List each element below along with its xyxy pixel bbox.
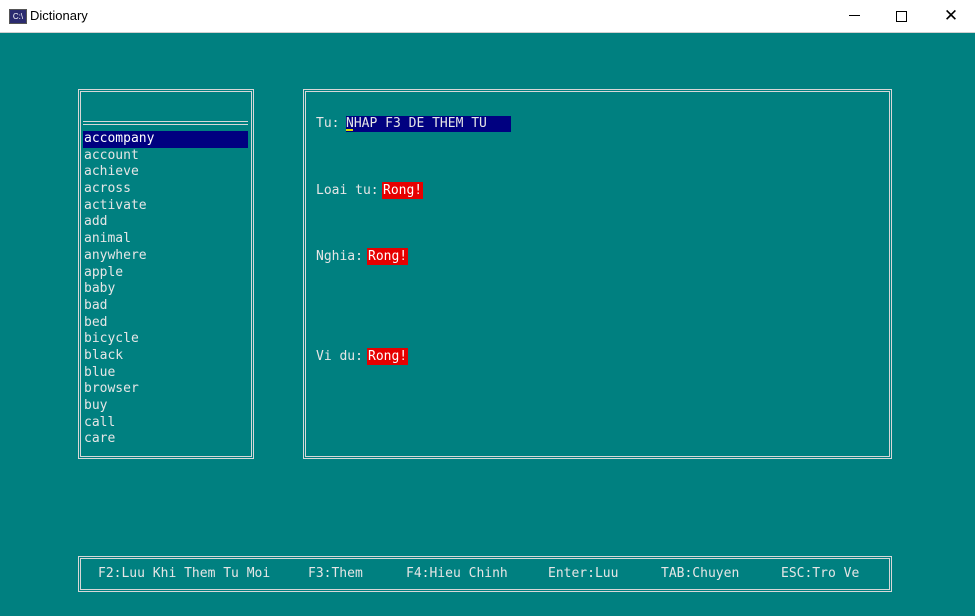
minimize-button[interactable] <box>831 0 877 32</box>
word-list-item[interactable]: care <box>83 431 248 448</box>
minimize-icon <box>849 15 860 16</box>
word-list-item[interactable]: bed <box>83 315 248 332</box>
shortcut-f2: F2:Luu Khi Them Tu Moi <box>98 566 271 581</box>
maximize-button[interactable] <box>878 0 924 32</box>
type-value[interactable]: Rong! <box>382 182 424 199</box>
word-list-item[interactable]: accompany <box>83 131 248 148</box>
word-list-item[interactable]: activate <box>83 198 248 215</box>
word-list-item[interactable]: account <box>83 148 248 165</box>
word-list-item[interactable]: black <box>83 348 248 365</box>
close-icon: ✕ <box>943 6 959 26</box>
word-list-item[interactable]: baby <box>83 281 248 298</box>
word-list-item[interactable]: anywhere <box>83 248 248 265</box>
word-list: accompany account achieve across activate add… <box>83 131 248 448</box>
word-list-item[interactable]: browser <box>83 381 248 398</box>
close-button[interactable]: ✕ <box>928 0 974 32</box>
window-titlebar: C:\ Dictionary ✕ <box>0 0 975 33</box>
text-cursor <box>346 129 353 131</box>
search-separator <box>83 121 248 125</box>
console-app-icon: C:\ <box>9 9 27 24</box>
example-label: Vi du: <box>316 349 363 364</box>
shortcut-f4: F4:Hieu Chinh <box>406 566 508 581</box>
word-list-item[interactable]: apple <box>83 265 248 282</box>
shortcut-enter: Enter:Luu <box>548 566 619 581</box>
word-list-item[interactable]: buy <box>83 398 248 415</box>
word-list-item[interactable]: add <box>83 214 248 231</box>
word-list-item[interactable]: achieve <box>83 164 248 181</box>
example-value[interactable]: Rong! <box>367 348 409 365</box>
word-list-item[interactable]: call <box>83 415 248 432</box>
window-title: Dictionary <box>30 8 88 23</box>
search-input[interactable] <box>84 100 248 116</box>
shortcut-tab: TAB:Chuyen <box>661 566 740 581</box>
type-label: Loai tu: <box>316 183 379 198</box>
word-list-item[interactable]: animal <box>83 231 248 248</box>
word-list-item[interactable]: bad <box>83 298 248 315</box>
word-input[interactable]: NHAP F3 DE THEM TU <box>346 116 511 132</box>
word-list-item[interactable]: across <box>83 181 248 198</box>
meaning-label: Nghia: <box>316 249 363 264</box>
word-label: Tu: <box>316 116 340 131</box>
word-list-item[interactable]: bicycle <box>83 331 248 348</box>
maximize-icon <box>896 11 907 22</box>
shortcut-f3: F3:Them <box>308 566 363 581</box>
word-detail-panel <box>303 89 892 459</box>
word-list-item[interactable]: blue <box>83 365 248 382</box>
shortcut-esc: ESC:Tro Ve <box>781 566 860 581</box>
meaning-value[interactable]: Rong! <box>367 248 409 265</box>
